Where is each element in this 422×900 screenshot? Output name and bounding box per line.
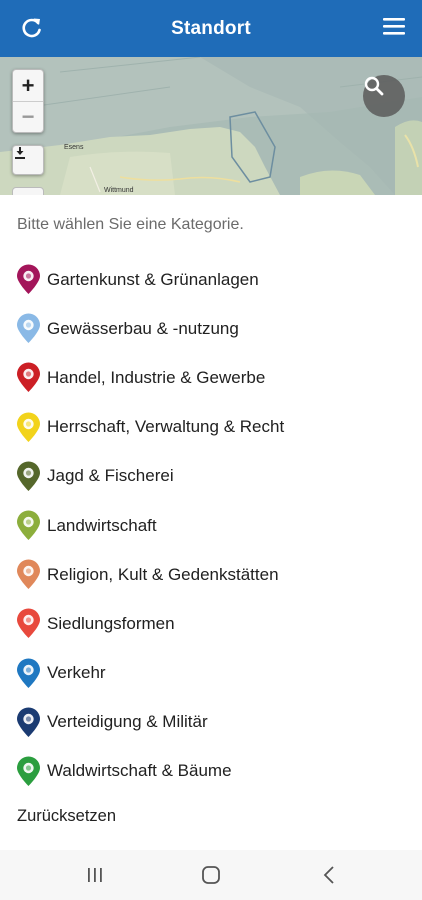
category-item[interactable]: Jagd & Fischerei <box>0 452 422 501</box>
category-label: Verteidigung & Militär <box>47 712 208 732</box>
forest-icon <box>15 756 42 787</box>
system-nav-bar <box>0 850 422 900</box>
deer-icon <box>15 461 42 492</box>
category-prompt: Bitte wählen Sie eine Kategorie. <box>17 216 244 233</box>
category-item[interactable]: Handel, Industrie & Gewerbe <box>0 353 422 402</box>
home-icon[interactable] <box>199 864 223 886</box>
zoom-in-button[interactable]: + <box>13 70 43 101</box>
refresh-icon[interactable] <box>18 14 46 42</box>
download-icon <box>15 147 25 159</box>
category-label: Waldwirtschaft & Bäume <box>47 761 232 781</box>
water-icon <box>15 313 42 344</box>
category-item[interactable]: Landwirtschaft <box>0 501 422 550</box>
category-item[interactable]: Verteidigung & Militär <box>0 698 422 747</box>
factory-icon <box>15 362 42 393</box>
category-item[interactable]: Gewässerbau & -nutzung <box>0 304 422 353</box>
hamburger-menu-icon[interactable] <box>382 15 406 39</box>
page-title: Standort <box>171 17 251 39</box>
helmet-icon <box>15 707 42 738</box>
building-icon <box>15 412 42 443</box>
map-view[interactable]: Esens Wittmund + − <box>0 57 422 195</box>
app-bar: Standort <box>0 0 422 57</box>
category-label: Landwirtschaft <box>47 515 157 535</box>
back-icon[interactable] <box>318 864 342 886</box>
zoom-out-button[interactable]: − <box>13 101 43 132</box>
category-label: Handel, Industrie & Gewerbe <box>47 367 266 387</box>
category-label: Herrschaft, Verwaltung & Recht <box>47 417 285 437</box>
category-item[interactable]: Waldwirtschaft & Bäume <box>0 747 422 796</box>
category-item[interactable]: Religion, Kult & Gedenkstätten <box>0 550 422 599</box>
map-label: Wittmund <box>104 187 134 194</box>
category-sheet: Bitte wählen Sie eine Kategorie. Gartenk… <box>0 195 422 850</box>
category-label: Verkehr <box>47 663 106 683</box>
category-label: Jagd & Fischerei <box>47 466 174 486</box>
search-icon <box>364 76 384 96</box>
reset-button[interactable]: Zurücksetzen <box>17 807 116 826</box>
tree-icon <box>15 264 42 295</box>
category-item[interactable]: Herrschaft, Verwaltung & Recht <box>0 403 422 452</box>
church-icon <box>15 559 42 590</box>
download-button[interactable] <box>12 145 44 175</box>
category-label: Religion, Kult & Gedenkstätten <box>47 564 279 584</box>
category-label: Gartenkunst & Grünanlagen <box>47 269 259 289</box>
category-item[interactable]: Verkehr <box>0 649 422 698</box>
recent-apps-icon[interactable] <box>83 864 107 886</box>
zoom-controls: + − <box>12 69 44 133</box>
layer-button[interactable] <box>12 187 44 195</box>
map-tiles <box>0 57 422 195</box>
category-label: Gewässerbau & -nutzung <box>47 318 239 338</box>
wheat-icon <box>15 510 42 541</box>
category-item[interactable]: Gartenkunst & Grünanlagen <box>0 255 422 304</box>
category-item[interactable]: Siedlungsformen <box>0 599 422 648</box>
category-label: Siedlungsformen <box>47 613 175 633</box>
map-label: Esens <box>64 144 84 151</box>
house-icon <box>15 608 42 639</box>
category-list: Gartenkunst & Grünanlagen Gewässerbau & -… <box>0 255 422 796</box>
bicycle-icon <box>15 658 42 689</box>
map-search-button[interactable] <box>363 75 405 117</box>
